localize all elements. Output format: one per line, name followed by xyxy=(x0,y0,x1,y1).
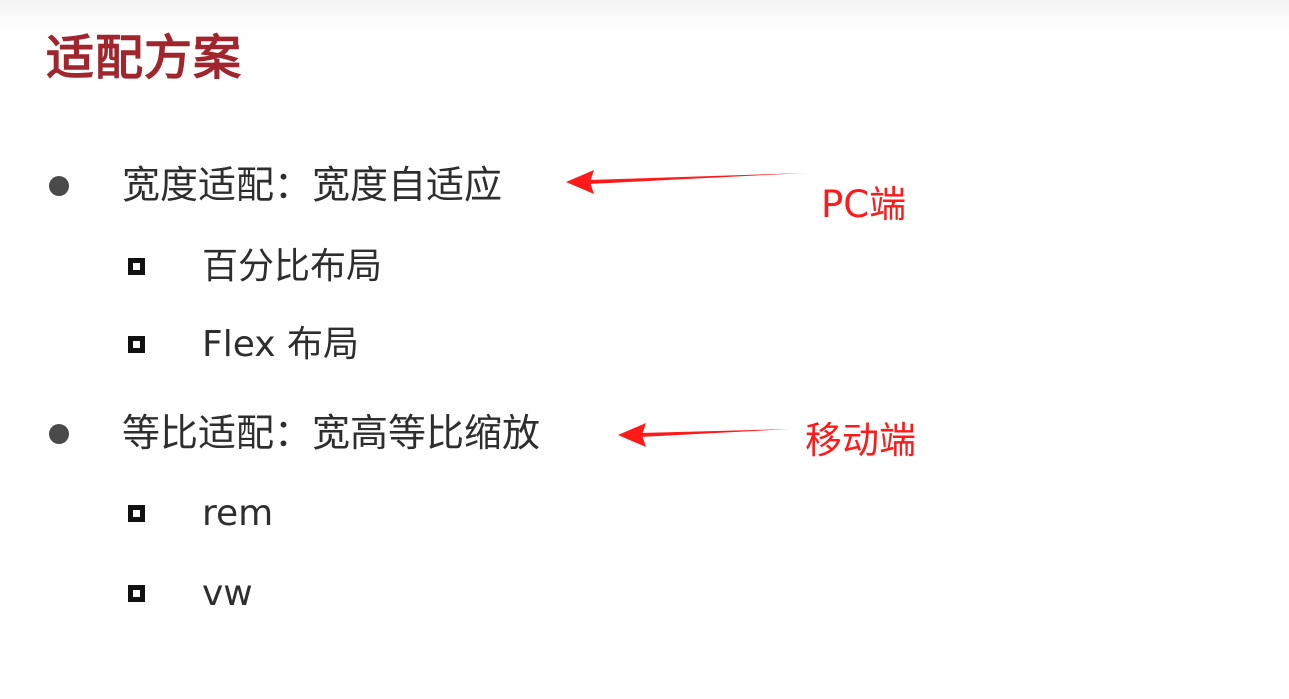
arrow-mobile-icon xyxy=(618,423,790,447)
annotation-arrows xyxy=(566,170,805,447)
arrow-pc-icon xyxy=(566,170,805,194)
annotation-mobile-label: 移动端 xyxy=(805,419,916,462)
slide: 适配方案 宽度适配：宽度自适应 百分比布局 Flex 布局 等比适配：宽高等比缩… xyxy=(0,0,1289,699)
annotation-pc-label: PC端 xyxy=(821,183,907,226)
